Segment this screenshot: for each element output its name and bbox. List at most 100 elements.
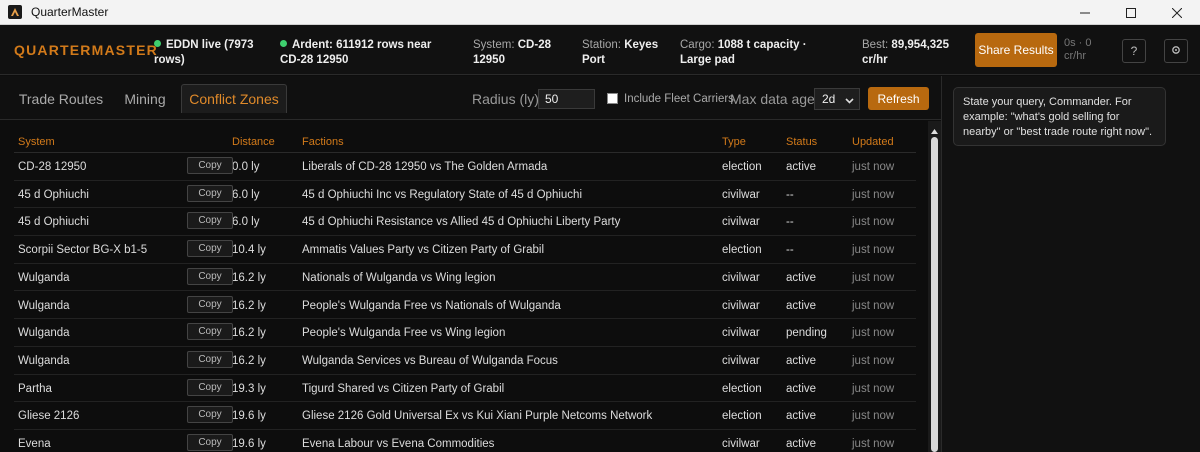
- cell-factions: Liberals of CD-28 12950 vs The Golden Ar…: [302, 161, 548, 173]
- cell-updated: just now: [852, 354, 895, 367]
- table-row[interactable]: Wulganda 16.2 ly People's Wulganda Free vs…: [14, 292, 916, 320]
- table-row[interactable]: Partha 19.3 ly Tigurd Shared vs Citizen Pa…: [14, 375, 916, 403]
- tab-trade-routes[interactable]: Trade Routes: [12, 84, 110, 113]
- cell-distance: 16.2 ly: [232, 354, 266, 367]
- copy-system-button[interactable]: Copy: [187, 267, 233, 285]
- cell-status: active: [786, 382, 817, 395]
- col-system[interactable]: System: [18, 136, 55, 148]
- system-info: System: CD-28 12950: [473, 39, 551, 66]
- cell-system: Wulganda: [18, 327, 70, 340]
- cell-distance: 0.0 ly: [232, 161, 260, 173]
- cell-type: election: [722, 244, 762, 257]
- cell-type: civilwar: [722, 354, 760, 367]
- app-logo-icon: [8, 5, 22, 19]
- col-factions[interactable]: Factions: [302, 136, 344, 148]
- cell-system: CD-28 12950: [18, 161, 87, 173]
- gear-icon: [1170, 44, 1182, 59]
- cell-status: active: [786, 410, 817, 423]
- cell-status: active: [786, 161, 817, 173]
- cell-distance: 19.6 ly: [232, 410, 266, 423]
- refresh-button[interactable]: Refresh: [868, 87, 929, 110]
- tab-mining[interactable]: Mining: [114, 84, 176, 113]
- cell-factions: 45 d Ophiuchi Resistance vs Allied 45 d …: [302, 216, 621, 229]
- copy-system-button[interactable]: Copy: [187, 350, 233, 368]
- copy-system-button[interactable]: Copy: [187, 378, 233, 396]
- cell-distance: 19.3 ly: [232, 382, 266, 395]
- cell-type: election: [722, 161, 762, 173]
- minimize-icon[interactable]: [1062, 0, 1108, 25]
- copy-system-button[interactable]: Copy: [187, 295, 233, 313]
- cell-type: civilwar: [722, 271, 760, 284]
- cell-system: Wulganda: [18, 271, 70, 284]
- max-age-select[interactable]: 2d: [814, 88, 860, 110]
- cell-status: active: [786, 271, 817, 284]
- cell-status: pending: [786, 327, 827, 340]
- cell-type: civilwar: [722, 327, 760, 340]
- cell-updated: just now: [852, 216, 895, 229]
- close-icon[interactable]: [1154, 0, 1200, 25]
- cargo-info: Cargo: 1088 t capacity · Large pad: [680, 39, 807, 66]
- cell-factions: Nationals of Wulganda vs Wing legion: [302, 271, 496, 284]
- cell-distance: 19.6 ly: [232, 438, 266, 450]
- copy-system-button[interactable]: Copy: [187, 434, 233, 451]
- fleet-carriers-checkbox[interactable]: [607, 93, 618, 104]
- cell-updated: just now: [852, 244, 895, 257]
- copy-system-button[interactable]: Copy: [187, 406, 233, 424]
- cell-type: election: [722, 410, 762, 423]
- cell-distance: 6.0 ly: [232, 188, 260, 201]
- copy-system-button[interactable]: Copy: [187, 212, 233, 230]
- cell-updated: just now: [852, 327, 895, 340]
- window-titlebar: QuarterMaster: [0, 0, 1200, 25]
- table-row[interactable]: Wulganda 16.2 ly Nationals of Wulganda vs …: [14, 264, 916, 292]
- table-row[interactable]: Evena 19.6 ly Evena Labour vs Evena Commod…: [14, 430, 916, 452]
- scroll-thumb[interactable]: [931, 137, 938, 452]
- copy-system-button[interactable]: Copy: [187, 323, 233, 341]
- window-title: QuarterMaster: [31, 5, 109, 19]
- max-age-label: Max data age: [730, 91, 815, 107]
- table-row[interactable]: Wulganda 16.2 ly People's Wulganda Free vs…: [14, 319, 916, 347]
- cell-type: election: [722, 382, 762, 395]
- col-type[interactable]: Type: [722, 136, 746, 148]
- cell-distance: 16.2 ly: [232, 271, 266, 284]
- table-scrollbar[interactable]: [928, 121, 941, 452]
- copy-system-button[interactable]: Copy: [187, 184, 233, 202]
- cell-factions: 45 d Ophiuchi Inc vs Regulatory State of…: [302, 188, 582, 201]
- radius-label: Radius (ly): [472, 91, 539, 107]
- table-row[interactable]: CD-28 12950 0.0 ly Liberals of CD-28 12950…: [14, 153, 916, 181]
- cell-status: --: [786, 188, 794, 201]
- cell-system: 45 d Ophiuchi: [18, 188, 89, 201]
- help-button[interactable]: ?: [1122, 39, 1146, 63]
- cell-factions: Gliese 2126 Gold Universal Ex vs Kui Xia…: [302, 410, 653, 423]
- cell-updated: just now: [852, 271, 895, 284]
- maximize-icon[interactable]: [1108, 0, 1154, 25]
- cell-updated: just now: [852, 299, 895, 312]
- cell-distance: 16.2 ly: [232, 327, 266, 340]
- copy-system-button[interactable]: Copy: [187, 157, 233, 174]
- table-row[interactable]: Scorpii Sector BG-X b1-5 10.4 ly Ammatis V…: [14, 236, 916, 264]
- cell-updated: just now: [852, 438, 895, 450]
- tab-conflict-zones[interactable]: Conflict Zones: [181, 84, 287, 113]
- col-distance[interactable]: Distance: [232, 136, 275, 148]
- cell-system: Wulganda: [18, 299, 70, 312]
- copy-system-button[interactable]: Copy: [187, 240, 233, 258]
- session-rate: 0s · 0 cr/hr: [1064, 37, 1092, 62]
- col-status[interactable]: Status: [786, 136, 817, 148]
- chevron-down-icon: [845, 94, 854, 108]
- table-row[interactable]: 45 d Ophiuchi 6.0 ly 45 d Ophiuchi Resista…: [14, 208, 916, 237]
- col-updated[interactable]: Updated: [852, 136, 894, 148]
- share-results-button[interactable]: Share Results: [975, 33, 1057, 67]
- cell-type: civilwar: [722, 216, 760, 229]
- ardent-status: Ardent: 611912 rows near CD-28 12950: [280, 39, 432, 66]
- table-row[interactable]: Gliese 2126 19.6 ly Gliese 2126 Gold Unive…: [14, 402, 916, 430]
- cell-factions: People's Wulganda Free vs Nationals of W…: [302, 299, 561, 312]
- best-rate-info: Best: 89,954,325 cr/hr: [862, 39, 949, 66]
- table-row[interactable]: 45 d Ophiuchi 6.0 ly 45 d Ophiuchi Inc vs …: [14, 181, 916, 209]
- radius-input[interactable]: 50: [538, 89, 595, 109]
- table-header: System Distance Factions Type Status Upd…: [14, 121, 916, 153]
- cell-status: active: [786, 299, 817, 312]
- cell-factions: People's Wulganda Free vs Wing legion: [302, 327, 506, 340]
- table-row[interactable]: Wulganda 16.2 ly Wulganda Services vs Bure…: [14, 347, 916, 375]
- cell-type: civilwar: [722, 299, 760, 312]
- settings-button[interactable]: [1164, 39, 1188, 63]
- cell-system: Scorpii Sector BG-X b1-5: [18, 244, 148, 257]
